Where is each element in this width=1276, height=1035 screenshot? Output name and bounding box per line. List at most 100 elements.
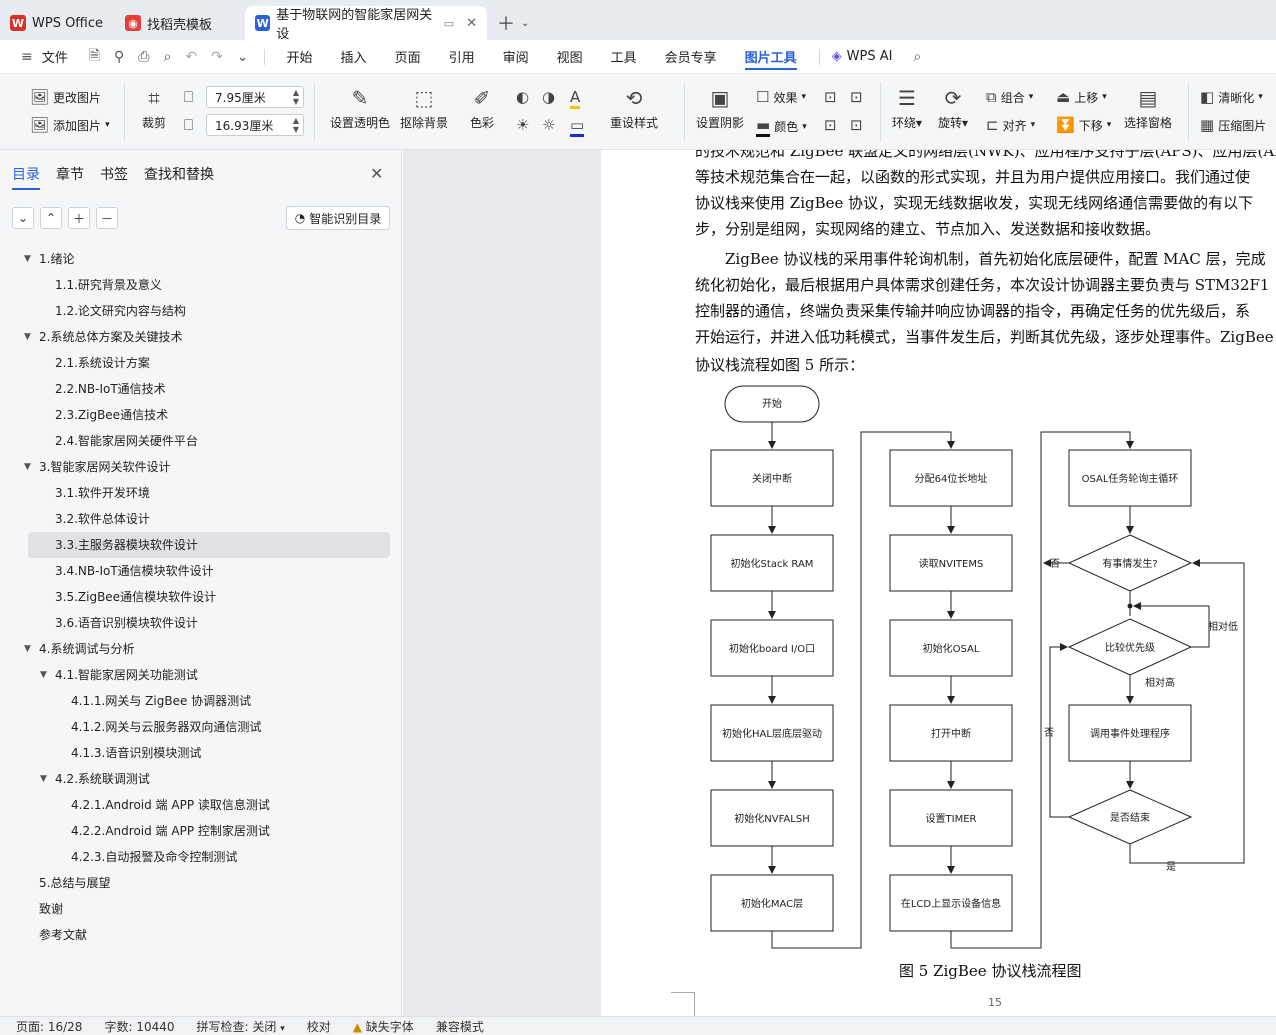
line-color-icon[interactable]: ▭ xyxy=(570,116,585,137)
wrap-button[interactable]: ☰ 环绕▾ xyxy=(892,86,922,131)
add-icon[interactable]: ＋ xyxy=(68,207,90,229)
toc-item[interactable]: 参考文献 xyxy=(0,922,402,948)
bring-forward-button[interactable]: ⏏ 上移 ▾ xyxy=(1056,88,1107,106)
shadow-up-icon[interactable]: ⊡ xyxy=(824,88,837,106)
toc-item[interactable]: 2.3.ZigBee通信技术 xyxy=(0,402,402,428)
brightness-icon[interactable]: ◐ xyxy=(516,88,529,106)
toc-item[interactable]: 3.5.ZigBee通信模块软件设计 xyxy=(0,584,402,610)
expand-triangle-icon[interactable]: ▼ xyxy=(24,324,31,350)
toc-item[interactable]: 5.总结与展望 xyxy=(0,870,402,896)
expand-triangle-icon[interactable]: ▼ xyxy=(40,662,47,688)
group-button[interactable]: ⧉ 组合 ▾ xyxy=(986,88,1033,106)
tab-find-replace[interactable]: 查找和替换 xyxy=(144,164,214,184)
tab-chapters[interactable]: 章节 xyxy=(56,164,84,184)
toc-item[interactable]: 3.3.主服务器模块软件设计 xyxy=(28,532,390,558)
align-button[interactable]: ⊏ 对齐 ▾ xyxy=(986,116,1035,134)
toc-item[interactable]: 2.2.NB-IoT通信技术 xyxy=(0,376,402,402)
toc-item[interactable]: 4.2.1.Android 端 APP 读取信息测试 xyxy=(0,792,402,818)
new-tab-button[interactable]: ＋ ⌄ xyxy=(487,6,539,40)
effect-button[interactable]: ☐ 效果 ▾ xyxy=(756,88,806,106)
menu-tools[interactable]: 工具 xyxy=(597,40,651,74)
menu-member[interactable]: 会员专享 xyxy=(651,40,731,74)
smart-toc-button[interactable]: ◔ 智能识别目录 xyxy=(286,206,390,230)
selection-pane-button[interactable]: ▤ 选择窗格 xyxy=(1124,86,1172,131)
save-icon[interactable]: 🗎 xyxy=(82,45,107,69)
hamburger-icon[interactable]: ≡ xyxy=(14,49,40,65)
width-input[interactable]: 7.95厘米 ▲ ▼ xyxy=(206,86,304,108)
toc-item[interactable]: 4.2.3.自动报警及命令控制测试 xyxy=(0,844,402,870)
expand-icon[interactable]: ⌃ xyxy=(40,207,62,229)
spin-arrows-icon[interactable]: ▲ ▼ xyxy=(293,88,299,106)
set-transparent-button[interactable]: ✎ 设置透明色 xyxy=(330,86,390,131)
tab-document[interactable]: W 基于物联网的智能家居网关设 ▭ ✕ xyxy=(245,6,487,42)
toc-item[interactable]: 3.4.NB-IoT通信模块软件设计 xyxy=(0,558,402,584)
border-color-button[interactable]: ▬ 颜色 ▾ xyxy=(756,116,807,137)
menu-wps-ai[interactable]: ◈ WPS AI xyxy=(828,40,907,74)
height-input[interactable]: 16.93厘米 ▲ ▼ xyxy=(206,114,304,136)
sharpen-button[interactable]: ◧ 清晰化 ▾ xyxy=(1200,88,1263,106)
remove-background-button[interactable]: ⬚ 抠除背景 xyxy=(400,86,448,131)
search-icon[interactable]: ⌕ xyxy=(906,49,928,65)
close-icon[interactable]: ✕ xyxy=(370,164,383,183)
collapse-icon[interactable]: ⌄ xyxy=(12,207,34,229)
undo-icon[interactable]: ↶ xyxy=(178,49,204,65)
menu-review[interactable]: 审阅 xyxy=(489,40,543,74)
toc-item[interactable]: 1.2.论文研究内容与结构 xyxy=(0,298,402,324)
toc-item[interactable]: 1.1.研究背景及意义 xyxy=(0,272,402,298)
expand-triangle-icon[interactable]: ▼ xyxy=(24,246,31,272)
contrast-icon[interactable]: ◑ xyxy=(542,88,555,106)
brightness-down-icon[interactable]: ☼ xyxy=(542,116,555,134)
toc-item[interactable]: ▼ 4.1.智能家居网关功能测试 xyxy=(0,662,402,688)
toc-item[interactable]: 4.2.2.Android 端 APP 控制家居测试 xyxy=(0,818,402,844)
menu-file[interactable]: 文件 xyxy=(40,40,82,74)
toc-item[interactable]: 3.1.软件开发环境 xyxy=(0,480,402,506)
remove-icon[interactable]: － xyxy=(96,207,118,229)
status-words[interactable]: 字数: 10440 xyxy=(104,1018,174,1035)
fill-color-icon[interactable]: A xyxy=(570,88,581,109)
toc-item[interactable]: 2.1.系统设计方案 xyxy=(0,350,402,376)
toc-item[interactable]: ▼ 4.系统调试与分析 xyxy=(0,636,402,662)
reset-style-button[interactable]: ⟲ 重设样式 xyxy=(610,86,658,131)
brightness-up-icon[interactable]: ☀ xyxy=(516,116,529,134)
menu-picture-tools[interactable]: 图片工具 xyxy=(731,40,811,74)
toc-item[interactable]: 3.6.语音识别模块软件设计 xyxy=(0,610,402,636)
spin-arrows-icon[interactable]: ▲ ▼ xyxy=(293,116,299,134)
toc-item[interactable]: ▼ 2.系统总体方案及关键技术 xyxy=(0,324,402,350)
preview-icon[interactable]: ⌕ xyxy=(156,49,178,65)
print-icon[interactable]: ⎙ xyxy=(131,49,156,65)
rotate-button[interactable]: ⟳ 旋转▾ xyxy=(938,86,968,131)
tab-docer[interactable]: ◉ 找稻壳模板 xyxy=(115,6,245,40)
toc-item[interactable]: ▼ 1.绪论 xyxy=(0,246,402,272)
toc-item[interactable]: 致谢 xyxy=(0,896,402,922)
shadow-down-icon[interactable]: ⊡ xyxy=(850,88,863,106)
toc-item[interactable]: 2.4.智能家居网关硬件平台 xyxy=(0,428,402,454)
compress-picture-button[interactable]: ▦ 压缩图片 xyxy=(1200,116,1266,134)
add-picture-button[interactable]: 🖼 添加图片 ▾ xyxy=(30,116,110,134)
send-backward-button[interactable]: ⏬ 下移 ▾ xyxy=(1056,116,1111,134)
expand-triangle-icon[interactable]: ▼ xyxy=(40,766,47,792)
toc-item[interactable]: 4.1.3.语音识别模块测试 xyxy=(0,740,402,766)
link-icon[interactable]: ⚲ xyxy=(107,49,131,65)
tab-toc[interactable]: 目录 xyxy=(12,164,40,190)
close-icon[interactable]: ✕ xyxy=(466,16,477,31)
set-shadow-button[interactable]: ▣ 设置阴影 xyxy=(696,86,744,131)
menu-insert[interactable]: 插入 xyxy=(327,40,381,74)
status-spell[interactable]: 拼写检查: 关闭 ▾ xyxy=(197,1018,285,1035)
menu-reference[interactable]: 引用 xyxy=(435,40,489,74)
zigbee-flowchart[interactable]: 开始 关闭中断 初始化Stack RAM 初始化board I/O口 初始化HA… xyxy=(601,150,1276,950)
expand-triangle-icon[interactable]: ▼ xyxy=(24,454,31,480)
change-picture-button[interactable]: 🖼 更改图片 xyxy=(30,88,101,106)
toc-item[interactable]: ▼ 4.2.系统联调测试 xyxy=(0,766,402,792)
menu-home[interactable]: 开始 xyxy=(273,40,327,74)
crop-button[interactable]: ⌗ 裁剪 xyxy=(142,86,166,131)
status-missing-font[interactable]: ▲ 缺失字体 xyxy=(353,1018,414,1035)
chevron-down-icon[interactable]: ⌄ xyxy=(230,49,256,65)
shadow-left-icon[interactable]: ⊡ xyxy=(824,116,837,134)
chevron-down-icon[interactable]: ⌄ xyxy=(521,18,529,29)
tab-bookmarks[interactable]: 书签 xyxy=(100,164,128,184)
status-page[interactable]: 页面: 16/28 xyxy=(16,1018,82,1035)
toc-item[interactable]: 3.2.软件总体设计 xyxy=(0,506,402,532)
tab-wps-office[interactable]: W WPS Office xyxy=(0,6,115,40)
expand-triangle-icon[interactable]: ▼ xyxy=(24,636,31,662)
status-proof[interactable]: 校对 xyxy=(307,1018,331,1035)
